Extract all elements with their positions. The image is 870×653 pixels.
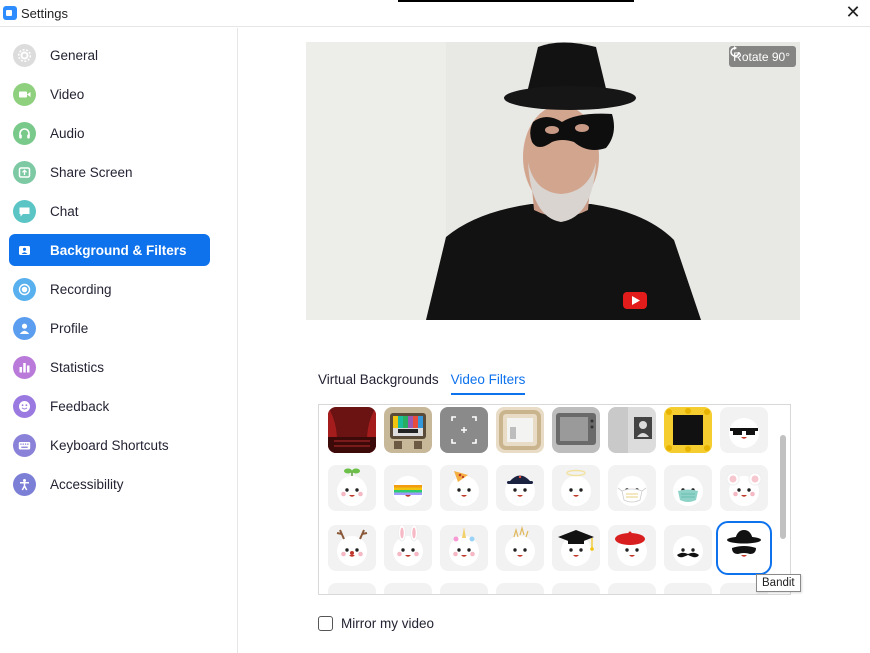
filter-tile[interactable] [328, 583, 376, 594]
sidebar-item-label: Audio [50, 125, 85, 141]
settings-sidebar: General Video Audio Share Screen Chat Backgro… [0, 28, 238, 653]
video-camera-icon [13, 82, 36, 106]
filter-tile-sparkle-crown[interactable] [496, 525, 544, 571]
gear-icon [13, 43, 36, 67]
title-bar: Settings ✕ [0, 0, 870, 27]
sidebar-item-label: Accessibility [50, 476, 124, 492]
sidebar-item-feedback[interactable]: Feedback [9, 390, 210, 422]
filter-tile-room-frame[interactable] [608, 407, 656, 453]
sidebar-item-label: Feedback [50, 398, 110, 414]
sidebar-item-accessibility[interactable]: Accessibility [9, 468, 210, 500]
share-screen-icon [13, 160, 36, 184]
sidebar-item-recording[interactable]: Recording [9, 273, 210, 305]
sidebar-item-chat[interactable]: Chat [9, 195, 210, 227]
sidebar-item-profile[interactable]: Profile [9, 312, 210, 344]
window-title: Settings [21, 6, 68, 21]
filter-tile-graduation-cap[interactable] [552, 525, 600, 571]
filter-tile[interactable] [664, 583, 712, 594]
filter-tile-beret[interactable] [608, 525, 656, 571]
sidebar-item-label: Statistics [50, 359, 105, 375]
filter-tile-bunny[interactable] [384, 525, 432, 571]
filter-tile-bandit[interactable] [716, 521, 772, 575]
filter-tile-retro-tv-test[interactable] [384, 407, 432, 453]
filter-tile-frame-room[interactable] [496, 407, 544, 453]
filter-tile[interactable] [552, 583, 600, 594]
filter-grid [318, 404, 791, 595]
headphones-icon [13, 121, 36, 145]
checkbox[interactable] [318, 616, 333, 631]
filter-tile-cap[interactable] [496, 465, 544, 511]
camera-feed-image [306, 42, 800, 320]
zoom-app-icon [3, 6, 17, 20]
filter-tile-reindeer[interactable] [328, 525, 376, 571]
sidebar-item-keyboard-shortcuts[interactable]: Keyboard Shortcuts [9, 429, 210, 461]
filter-tile-emoji-frame[interactable] [664, 407, 712, 453]
filter-tile-mask-blue[interactable] [664, 465, 712, 511]
sidebar-item-label: Recording [50, 281, 112, 297]
chat-bubble-icon [13, 199, 36, 223]
record-icon [13, 277, 36, 301]
sidebar-item-audio[interactable]: Audio [9, 117, 210, 149]
background-icon [13, 239, 36, 262]
accessibility-icon [13, 472, 36, 496]
filter-tile-mustache[interactable] [664, 525, 712, 571]
sidebar-item-label: Chat [50, 203, 79, 219]
sidebar-item-general[interactable]: General [9, 39, 210, 71]
filter-tile-pizza[interactable] [440, 465, 488, 511]
mirror-video-checkbox[interactable]: Mirror my video [318, 616, 434, 631]
filter-tile-unicorn[interactable] [440, 525, 488, 571]
sidebar-item-statistics[interactable]: Statistics [9, 351, 210, 383]
filter-tile[interactable] [440, 583, 488, 594]
filter-tile-mouse-ears[interactable] [720, 465, 768, 511]
tab-video-filters[interactable]: Video Filters [450, 372, 526, 395]
filter-tile-pixel-sunglasses[interactable] [720, 407, 768, 453]
filter-tile-theater[interactable] [328, 407, 376, 453]
filter-tooltip: Bandit [756, 574, 801, 592]
sidebar-item-label: Profile [50, 320, 89, 336]
feedback-icon [13, 394, 36, 418]
sidebar-item-video[interactable]: Video [9, 78, 210, 110]
sidebar-item-label: Background & Filters [50, 242, 187, 258]
statistics-icon [13, 355, 36, 379]
filter-tile-viewfinder[interactable] [440, 407, 488, 453]
filter-tabs: Virtual Backgrounds Video Filters [318, 372, 526, 395]
video-preview: Rotate 90° [306, 42, 800, 320]
sidebar-item-label: Share Screen [50, 164, 133, 180]
tab-virtual-backgrounds[interactable]: Virtual Backgrounds [318, 372, 439, 395]
close-icon[interactable]: ✕ [844, 3, 862, 21]
sidebar-item-background-and-filters[interactable]: Background & Filters [9, 234, 210, 266]
grid-scrollbar[interactable] [780, 435, 786, 539]
filter-tile-rainbow[interactable] [384, 465, 432, 511]
sidebar-item-label: General [50, 47, 99, 63]
keyboard-icon [13, 433, 36, 457]
rotate-icon [730, 46, 740, 57]
filter-tile-halo[interactable] [552, 465, 600, 511]
filter-tile[interactable] [496, 583, 544, 594]
sidebar-item-label: Keyboard Shortcuts [50, 437, 169, 453]
profile-icon [13, 316, 36, 340]
filter-tile-mask-white[interactable] [608, 465, 656, 511]
rotate-button[interactable]: Rotate 90° [729, 46, 796, 67]
rotate-label: Rotate 90° [733, 49, 790, 64]
mirror-label: Mirror my video [341, 616, 435, 631]
filter-tile-sprout[interactable] [328, 465, 376, 511]
sidebar-item-label: Video [50, 86, 85, 102]
sidebar-item-share-screen[interactable]: Share Screen [9, 156, 210, 188]
filter-tile-tv-frame[interactable] [552, 407, 600, 453]
filter-tile[interactable] [608, 583, 656, 594]
filter-tile[interactable] [384, 583, 432, 594]
